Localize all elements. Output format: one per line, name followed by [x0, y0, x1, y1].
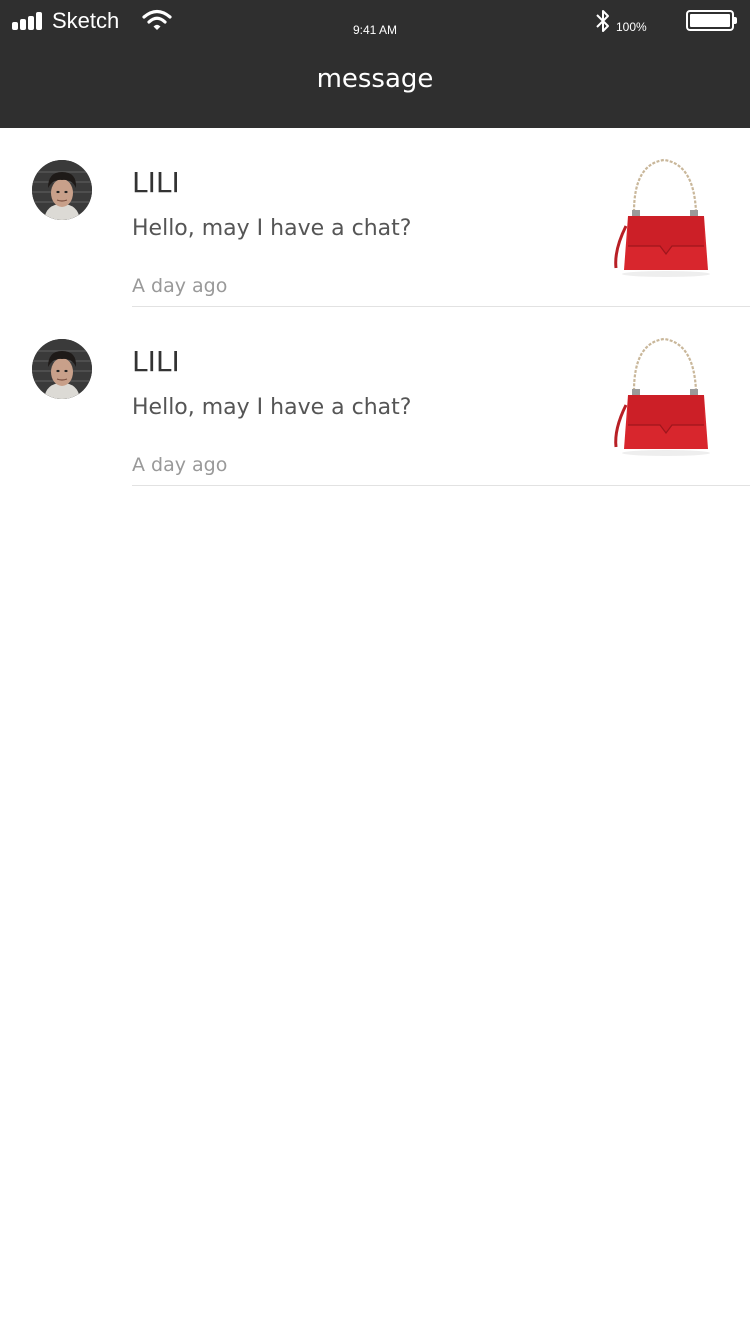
- battery-percent: 100%: [616, 20, 647, 34]
- message-list: LILI Hello, may I have a chat? A day ago: [0, 128, 750, 486]
- battery-level: [690, 14, 730, 27]
- message-item[interactable]: LILI Hello, may I have a chat? A day ago: [0, 128, 750, 307]
- battery-tip: [734, 17, 737, 24]
- red-handbag-thumbnail[interactable]: [610, 333, 714, 461]
- message-time: A day ago: [132, 454, 228, 476]
- user-avatar[interactable]: [32, 339, 92, 399]
- message-item[interactable]: LILI Hello, may I have a chat? A day ago: [0, 307, 750, 486]
- row-divider: [132, 485, 750, 486]
- user-avatar[interactable]: [32, 160, 92, 220]
- header: Sketch 9:41 AM 100% message: [0, 0, 750, 128]
- status-bar: Sketch 9:41 AM 100%: [0, 0, 750, 44]
- message-preview: Hello, may I have a chat?: [132, 395, 412, 420]
- battery-icon: [686, 10, 734, 31]
- message-preview: Hello, may I have a chat?: [132, 216, 412, 241]
- message-time: A day ago: [132, 275, 228, 297]
- sender-name: LILI: [132, 345, 180, 378]
- sender-name: LILI: [132, 166, 180, 199]
- bluetooth-icon: [594, 8, 612, 34]
- page-title: message: [316, 64, 434, 94]
- red-handbag-thumbnail[interactable]: [610, 154, 714, 282]
